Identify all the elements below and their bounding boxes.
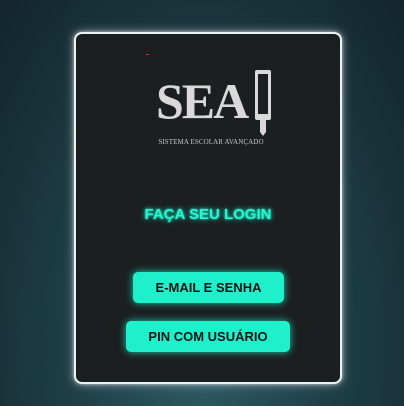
login-title: FAÇA SEU LOGIN — [144, 206, 272, 223]
pencil-tablet-icon — [255, 70, 271, 136]
logo-subtitle: SISTEMA ESCOLAR AVANÇADO — [158, 138, 264, 146]
login-card: SEA SISTEMA ESCOLAR AVANÇADO FAÇA SEU LO… — [74, 32, 342, 384]
red-mark — [146, 54, 149, 55]
email-password-button[interactable]: E-MAIL E SENHA — [133, 272, 284, 303]
logo-wordmark: SEA — [156, 73, 249, 129]
sea-logo: SEA SISTEMA ESCOLAR AVANÇADO — [156, 68, 274, 152]
pin-user-button[interactable]: PIN COM USUÁRIO — [126, 321, 290, 352]
